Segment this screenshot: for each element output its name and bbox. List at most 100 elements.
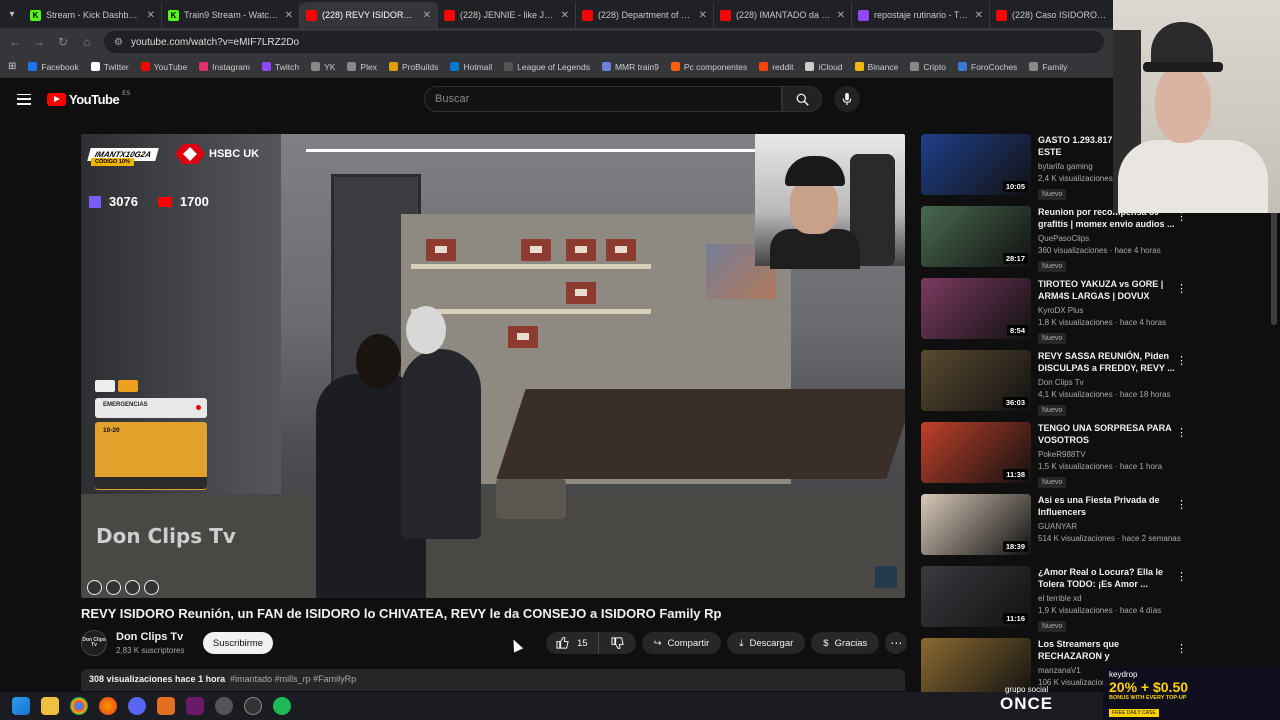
- bookmark-item[interactable]: Binance: [854, 62, 898, 72]
- browser-tab[interactable]: (228) REVY ISIDORO Reunión ✕: [300, 2, 438, 28]
- search-input[interactable]: Buscar: [424, 86, 782, 112]
- file-explorer-icon[interactable]: [41, 697, 59, 715]
- settings-icon[interactable]: [215, 697, 233, 715]
- browser-tab[interactable]: (228) Caso ISIDORO, INTE✕: [990, 2, 1128, 28]
- channel-name[interactable]: Don Clips Tv: [116, 631, 184, 643]
- more-options-icon[interactable]: ⋮: [1176, 354, 1187, 367]
- reload-icon[interactable]: ↻: [56, 35, 70, 49]
- subscribe-button[interactable]: Suscribirme: [203, 632, 273, 654]
- forward-icon[interactable]: →: [32, 35, 46, 49]
- more-actions-icon[interactable]: ⋯: [885, 632, 908, 654]
- video-thumbnail[interactable]: 18:39: [921, 494, 1031, 555]
- share-button[interactable]: ↪ Compartir: [641, 632, 722, 654]
- video-thumbnail[interactable]: 28:17: [921, 206, 1031, 267]
- recommended-title[interactable]: REVY SASSA REUNIÓN, Piden DISCULPAS a FR…: [1038, 350, 1178, 374]
- recommended-video[interactable]: 11:38 TENGO UNA SORPRESA PARA VOSOTROS Pok…: [921, 422, 1193, 494]
- bookmark-item[interactable]: Family: [1029, 62, 1067, 72]
- windows-start-icon[interactable]: [12, 697, 30, 715]
- browser-tab[interactable]: repostaje rutinario - Twitch ✕: [852, 2, 990, 28]
- recommended-channel[interactable]: PokeR988TV: [1038, 450, 1178, 459]
- browser-tab[interactable]: K Train9 Stream - Watch Live ✕: [162, 2, 300, 28]
- recommended-channel[interactable]: Don Clips Tv: [1038, 378, 1178, 387]
- bookmark-item[interactable]: YK: [311, 62, 335, 72]
- voice-search-button[interactable]: [834, 86, 860, 112]
- spotify-icon[interactable]: [273, 697, 291, 715]
- firefox-icon[interactable]: [99, 697, 117, 715]
- channel-avatar[interactable]: Don Clips Tv: [81, 630, 107, 656]
- bookmark-item[interactable]: Facebook: [28, 62, 79, 72]
- video-thumbnail[interactable]: 8:54: [921, 278, 1031, 339]
- recommended-channel[interactable]: GUANYAR: [1038, 522, 1178, 531]
- bookmark-icon: [670, 62, 680, 71]
- bookmark-item[interactable]: Cripto: [910, 62, 946, 72]
- bookmark-item[interactable]: Twitch: [261, 62, 299, 72]
- tab-close-icon[interactable]: ✕: [561, 10, 569, 21]
- recommended-title[interactable]: TIROTEO YAKUZA vs GORE | ARM4S LARGAS | …: [1038, 278, 1178, 302]
- recommended-video[interactable]: 8:54 TIROTEO YAKUZA vs GORE | ARM4S LARGA…: [921, 278, 1193, 350]
- tab-close-icon[interactable]: ✕: [147, 10, 155, 21]
- browser-tab[interactable]: K Stream - Kick Dashboard ✕: [24, 2, 162, 28]
- recommended-title[interactable]: Los Streamers que RECHAZARON y EXPUSIERO…: [1038, 638, 1178, 662]
- tab-close-icon[interactable]: ✕: [837, 10, 845, 21]
- recommended-title[interactable]: TENGO UNA SORPRESA PARA VOSOTROS: [1038, 422, 1178, 446]
- bookmark-item[interactable]: League of Legends: [504, 62, 590, 72]
- bookmark-item[interactable]: Pc componentes: [670, 62, 747, 72]
- site-info-icon[interactable]: ⚙: [114, 37, 123, 48]
- download-button[interactable]: ⤓ Descargar: [727, 632, 806, 654]
- browser-tab[interactable]: (228) Department of Justice ✕: [576, 2, 714, 28]
- description-box[interactable]: 308 visualizaciones hace 1 hora #imantad…: [81, 669, 905, 691]
- video-thumbnail[interactable]: 10:05: [921, 134, 1031, 195]
- chrome-icon[interactable]: [70, 697, 88, 715]
- recommended-title[interactable]: Asi es una Fiesta Privada de Influencers: [1038, 494, 1178, 518]
- home-icon[interactable]: ⌂: [80, 35, 94, 49]
- thanks-button[interactable]: $ Gracias: [811, 632, 880, 654]
- bookmark-item[interactable]: Hotmail: [450, 62, 492, 72]
- bookmark-item[interactable]: MMR train9: [601, 62, 659, 72]
- app-icon[interactable]: [186, 697, 204, 715]
- recommended-video[interactable]: 11:16 ¿Amor Real o Locura? Ella le Tolera…: [921, 566, 1193, 638]
- youtube-logo[interactable]: YouTube ES: [47, 91, 130, 107]
- tab-close-icon[interactable]: ✕: [699, 10, 707, 21]
- bookmark-item[interactable]: ProBuilds: [388, 62, 438, 72]
- menu-icon[interactable]: [17, 93, 31, 105]
- recommended-video[interactable]: 36:03 REVY SASSA REUNIÓN, Piden DISCULPAS…: [921, 350, 1193, 422]
- tab-close-icon[interactable]: ✕: [285, 10, 293, 21]
- more-options-icon[interactable]: ⋮: [1176, 570, 1187, 583]
- video-thumbnail[interactable]: 11:38: [921, 422, 1031, 483]
- discord-icon[interactable]: [128, 697, 146, 715]
- url-field[interactable]: ⚙ youtube.com/watch?v=eMIF7LRZ2Do: [104, 31, 1104, 53]
- bookmark-item[interactable]: iCloud: [805, 62, 843, 72]
- more-options-icon[interactable]: ⋮: [1176, 498, 1187, 511]
- tab-search-icon[interactable]: ▾: [0, 0, 24, 28]
- tab-close-icon[interactable]: ✕: [975, 10, 983, 21]
- recommended-channel[interactable]: el terrible xd: [1038, 594, 1178, 603]
- app-icon[interactable]: [157, 697, 175, 715]
- bookmark-item[interactable]: Twitter: [90, 62, 129, 72]
- search-button[interactable]: [782, 86, 822, 112]
- hashtags[interactable]: #imantado #mills_rp #FamilyRp: [230, 674, 356, 686]
- bookmark-item[interactable]: YouTube: [140, 62, 187, 72]
- like-button[interactable]: 15: [546, 632, 599, 654]
- bookmark-item[interactable]: Plex: [347, 62, 377, 72]
- recommended-title[interactable]: ¿Amor Real o Locura? Ella le Tolera TODO…: [1038, 566, 1178, 590]
- video-thumbnail[interactable]: 11:16: [921, 566, 1031, 627]
- video-thumbnail[interactable]: 36:03: [921, 350, 1031, 411]
- app-icon[interactable]: [244, 697, 262, 715]
- browser-tab[interactable]: (228) JENNIE - like JENNIE ✕: [438, 2, 576, 28]
- apps-icon[interactable]: ⊞: [8, 61, 16, 72]
- browser-tab[interactable]: (228) IMANTADO da ULTIMA ✕: [714, 2, 852, 28]
- recommended-channel[interactable]: KyroDX Plus: [1038, 306, 1178, 315]
- dislike-button[interactable]: [599, 632, 636, 654]
- more-options-icon[interactable]: ⋮: [1176, 282, 1187, 295]
- recommended-video[interactable]: 18:39 Asi es una Fiesta Privada de Influe…: [921, 494, 1193, 566]
- more-options-icon[interactable]: ⋮: [1176, 642, 1187, 655]
- tab-close-icon[interactable]: ✕: [423, 10, 431, 21]
- video-player[interactable]: IMANTX10G2A HSBC UK CÓDIGO 10% 3076 1700…: [81, 134, 905, 598]
- bookmark-item[interactable]: reddit: [759, 62, 793, 72]
- more-options-icon[interactable]: ⋮: [1176, 426, 1187, 439]
- bookmark-item[interactable]: Instagram: [199, 62, 250, 72]
- back-icon[interactable]: ←: [8, 35, 22, 49]
- recommended-channel[interactable]: QuePasoClips: [1038, 234, 1178, 243]
- recommended-video[interactable]: 28:17 Reunion por recompensa 30 grafitis …: [921, 206, 1193, 278]
- bookmark-item[interactable]: ForoCoches: [958, 62, 1017, 72]
